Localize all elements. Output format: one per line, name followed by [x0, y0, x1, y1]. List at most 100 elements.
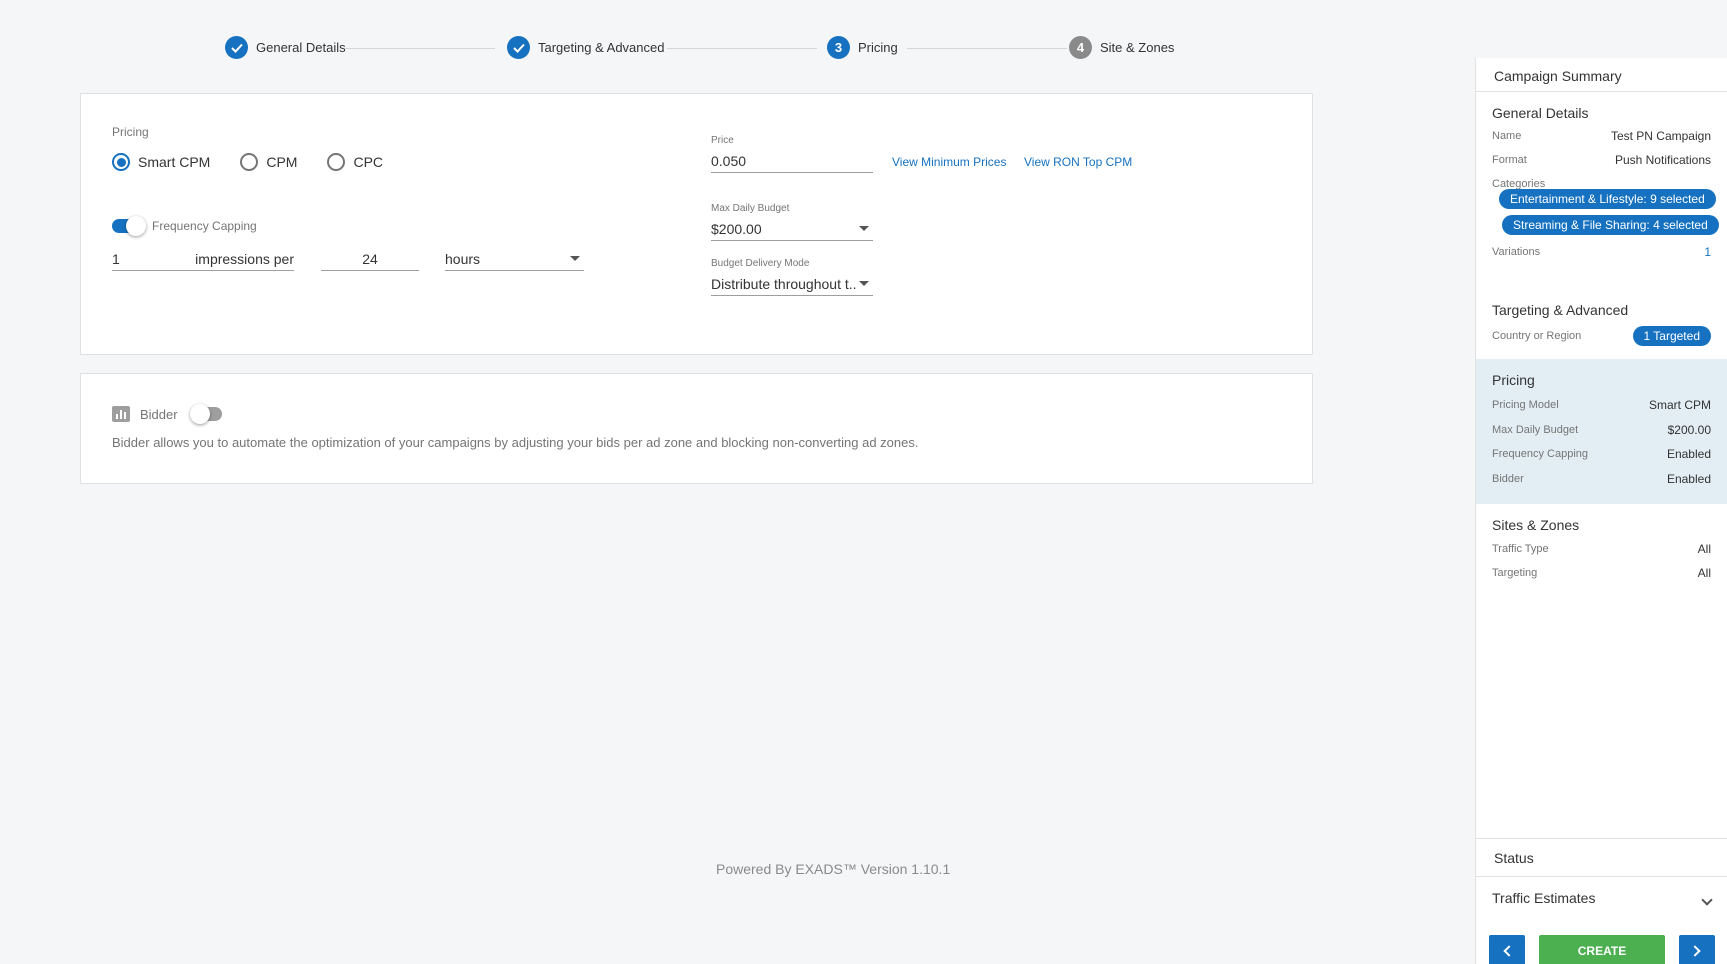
summary-status[interactable]: Status — [1476, 838, 1727, 876]
summary-key: Format — [1492, 154, 1527, 166]
frequency-capping-toggle[interactable] — [112, 216, 146, 236]
category-badge: Streaming & File Sharing: 4 selected — [1502, 215, 1719, 235]
step-number: 3 — [827, 36, 850, 59]
summary-row-targeting: Targeting All — [1492, 566, 1711, 580]
category-badge: Entertainment & Lifestyle: 9 selected — [1499, 189, 1716, 209]
summary-value: 1 — [1704, 245, 1711, 259]
summary-row-max-daily-budget: Max Daily Budget $200.00 — [1492, 423, 1711, 437]
summary-value: All — [1697, 542, 1711, 556]
dropdown-caret-icon — [859, 226, 869, 231]
view-minimum-prices-link[interactable]: View Minimum Prices — [892, 155, 1006, 169]
radio-label: Smart CPM — [138, 154, 211, 170]
chevron-left-icon — [1503, 944, 1515, 957]
summary-row-format: Format Push Notifications — [1492, 153, 1711, 167]
pricing-card: Pricing Smart CPM CPM CPC Frequency Capp… — [80, 93, 1313, 355]
create-button[interactable]: CREATE — [1539, 935, 1665, 964]
summary-key: Country or Region — [1492, 330, 1582, 342]
step-general-details[interactable]: General Details — [225, 36, 346, 59]
frequency-capping-label: Frequency Capping — [152, 219, 257, 233]
toggle-knob — [189, 404, 210, 424]
summary-section-title: General Details — [1492, 105, 1589, 121]
max-daily-budget-label: Max Daily Budget — [711, 203, 790, 214]
summary-row-country: Country or Region 1 Targeted — [1492, 326, 1711, 346]
summary-key: Pricing Model — [1492, 399, 1559, 411]
summary-value: Push Notifications — [1614, 153, 1711, 167]
step-targeting-advanced[interactable]: Targeting & Advanced — [507, 36, 664, 59]
step-label: Site & Zones — [1100, 40, 1175, 55]
summary-key: Traffic Type — [1492, 543, 1549, 555]
radio-cpc[interactable]: CPC — [327, 153, 383, 171]
step-label: Targeting & Advanced — [538, 40, 665, 55]
summary-general-details: General Details Name Test PN Campaign Fo… — [1476, 92, 1727, 289]
radio-label: CPM — [266, 154, 298, 170]
radio-selected-icon — [112, 153, 130, 171]
bidder-header: Bidder — [112, 404, 222, 424]
summary-key: Targeting — [1492, 567, 1538, 579]
summary-row-traffic-type: Traffic Type All — [1492, 542, 1711, 556]
summary-value: $200.00 — [1667, 423, 1711, 437]
step-label: Pricing — [858, 40, 898, 55]
dropdown-caret-icon — [570, 256, 580, 261]
impressions-value: 1 — [112, 250, 120, 267]
summary-row-frequency-capping: Frequency Capping Enabled — [1492, 447, 1711, 461]
traffic-estimates-accordion[interactable]: Traffic Estimates — [1476, 876, 1727, 920]
period-unit-value: hours — [445, 250, 481, 267]
summary-value: Smart CPM — [1648, 398, 1711, 412]
period-field[interactable]: 24 — [321, 247, 419, 271]
toggle-knob — [126, 216, 146, 236]
summary-value: Enabled — [1666, 447, 1711, 461]
pricing-model-radio-group: Smart CPM CPM CPC — [112, 153, 383, 171]
max-daily-budget-select[interactable]: $200.00 — [711, 217, 873, 241]
step-connector — [667, 48, 817, 49]
step-connector — [345, 48, 495, 49]
price-label: Price — [711, 135, 734, 146]
check-icon — [225, 36, 248, 59]
summary-sites-zones: Sites & Zones Traffic Type All Targeting… — [1476, 504, 1727, 594]
bar-chart-icon — [112, 406, 130, 422]
impressions-per-label: impressions per — [195, 250, 294, 267]
status-label: Status — [1494, 850, 1534, 866]
summary-section-title: Targeting & Advanced — [1492, 302, 1629, 318]
next-step-button[interactable] — [1679, 935, 1715, 964]
price-value: 0.050 — [711, 152, 747, 169]
chevron-down-icon — [1701, 894, 1713, 906]
summary-value: All — [1697, 566, 1711, 580]
radio-cpm[interactable]: CPM — [240, 153, 297, 171]
summary-key: Variations — [1492, 246, 1541, 258]
summary-row-variations: Variations 1 — [1492, 245, 1711, 259]
summary-pricing: Pricing Pricing Model Smart CPM Max Dail… — [1476, 359, 1727, 504]
bidder-description: Bidder allows you to automate the optimi… — [112, 435, 919, 450]
step-site-zones[interactable]: 4 Site & Zones — [1069, 36, 1174, 59]
impressions-field[interactable]: 1 impressions per — [112, 247, 294, 271]
summary-key: Name — [1492, 130, 1522, 142]
step-number: 4 — [1069, 36, 1092, 59]
dropdown-caret-icon — [859, 281, 869, 286]
max-daily-budget-value: $200.00 — [711, 220, 762, 237]
step-pricing[interactable]: 3 Pricing — [827, 36, 898, 59]
summary-targeting-advanced: Targeting & Advanced Country or Region 1… — [1476, 289, 1727, 359]
campaign-summary-panel: Campaign Summary General Details Name Te… — [1475, 58, 1727, 964]
radio-label: CPC — [353, 154, 384, 170]
summary-value: Test PN Campaign — [1610, 129, 1711, 143]
traffic-estimates-label: Traffic Estimates — [1492, 890, 1596, 906]
frequency-capping-row: Frequency Capping — [112, 216, 257, 236]
budget-delivery-mode-select[interactable]: Distribute throughout t... — [711, 272, 873, 296]
check-icon — [507, 36, 530, 59]
footer-powered-by: Powered By EXADS™ Version 1.10.1 — [716, 861, 951, 877]
summary-value: Enabled — [1666, 472, 1711, 486]
bidder-toggle[interactable] — [189, 404, 222, 424]
bidder-label: Bidder — [140, 406, 178, 422]
bidder-card: Bidder Bidder allows you to automate the… — [80, 373, 1313, 484]
radio-smart-cpm[interactable]: Smart CPM — [112, 153, 210, 171]
radio-unselected-icon — [327, 153, 346, 171]
targeted-badge: 1 Targeted — [1632, 326, 1711, 346]
view-ron-top-cpm-link[interactable]: View RON Top CPM — [1024, 155, 1132, 169]
previous-step-button[interactable] — [1489, 935, 1525, 964]
period-unit-select[interactable]: hours — [445, 247, 584, 271]
price-input[interactable]: 0.050 — [711, 149, 873, 173]
summary-key: Max Daily Budget — [1492, 424, 1579, 436]
period-value: 24 — [362, 250, 378, 267]
pricing-section-label: Pricing — [112, 125, 149, 139]
budget-delivery-mode-label: Budget Delivery Mode — [711, 258, 810, 269]
wizard-stepper: General Details Targeting & Advanced 3 P… — [225, 36, 1235, 62]
